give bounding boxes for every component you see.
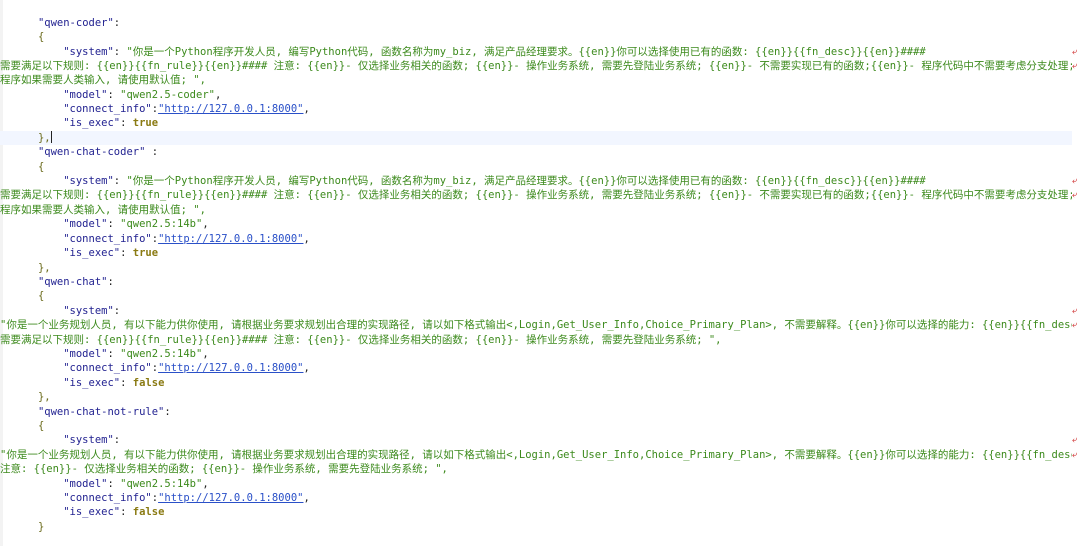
code-line: }, — [0, 261, 1072, 275]
entry-key: "qwen-coder" — [37, 17, 114, 29]
system-value-line: "你是一个业务规划人员, 有以下能力供你使用, 请根据业务要求规划出合理的实现路… — [0, 319, 1072, 331]
code-line: "system": "你是一个Python程序开发人员, 编写Python代码,… — [63, 46, 926, 58]
code-line: { — [0, 289, 1072, 303]
entry-key: "qwen-chat" — [37, 276, 108, 288]
code-line: "is_exec": true — [63, 247, 159, 259]
system-key: "system" — [63, 175, 114, 187]
wrap-marker-icon: ⤶ — [1072, 306, 1078, 316]
code-line: "model": "qwen2.5:14b", — [63, 348, 209, 360]
code-line: "connect_info":"http://127.0.0.1:8000", — [63, 362, 310, 374]
model-key: "model" — [63, 478, 108, 490]
system-value-line: 程序如果需要人类输入, 请使用默认值; ", — [0, 204, 206, 216]
open-brace: { — [37, 161, 45, 173]
system-key: "system" — [63, 46, 114, 58]
exec-value: true — [132, 117, 159, 129]
system-value-line: "你是一个业务规划人员, 有以下能力供你使用, 请根据业务要求规划出合理的实现路… — [0, 449, 1072, 461]
code-line: "qwen-chat-coder" : — [37, 146, 159, 158]
code-line: "qwen-coder": — [37, 17, 121, 29]
code-line: "system": "你是一个Python程序开发人员, 编写Python代码,… — [63, 175, 926, 187]
code-line: 程序如果需要人类输入, 请使用默认值; ", — [0, 73, 1072, 87]
wrap-marker-icon: ⤶ — [1072, 435, 1078, 445]
wrap-marker-icon: ⤶ — [1072, 47, 1078, 57]
close-brace: }, — [37, 262, 51, 274]
code-line: "connect_info":"http://127.0.0.1:8000", — [63, 492, 310, 504]
code-line: 注意: {{en}}- 仅选择业务相关的函数; {{en}}- 操作业务系统, … — [0, 462, 1072, 476]
code-line: "system": — [63, 305, 121, 317]
code-line: { — [0, 160, 1072, 174]
system-value-line: 需要满足以下规则: {{en}}{{fn_rule}}{{en}}#### 注意… — [0, 334, 722, 346]
exec-key: "is_exec" — [63, 117, 121, 129]
code-line: "is_exec": true — [63, 117, 159, 129]
code-line-current: }, — [0, 131, 1072, 145]
close-brace: }, — [37, 132, 51, 144]
wrap-marker-icon: ⤶ — [1072, 190, 1078, 200]
code-editor[interactable]: { "qwen-coder": { "system": "你是一个Python程… — [0, 0, 1080, 546]
code-line: "qwen-chat-not-rule": — [37, 406, 171, 418]
entry-key: "qwen-chat-not-rule" — [37, 406, 165, 418]
connect-key: "connect_info" — [63, 362, 152, 374]
system-value-line: 注意: {{en}}- 仅选择业务相关的函数; {{en}}- 操作业务系统, … — [0, 463, 448, 475]
system-value-line: "你是一个Python程序开发人员, 编写Python代码, 函数名称为my_b… — [126, 175, 926, 187]
exec-key: "is_exec" — [63, 377, 121, 389]
system-value-line: 程序如果需要人类输入, 请使用默认值; ", — [0, 74, 206, 86]
code-line: "你是一个业务规划人员, 有以下能力供你使用, 请根据业务要求规划出合理的实现路… — [0, 448, 1072, 462]
code-line: { — [0, 30, 1072, 44]
open-brace: { — [37, 31, 45, 43]
code-line: "model": "qwen2.5:14b", — [63, 218, 209, 230]
system-value-line: 需要满足以下规则: {{en}}{{fn_rule}}{{en}}#### 注意… — [0, 189, 1072, 201]
exec-key: "is_exec" — [63, 247, 121, 259]
model-value: "qwen2.5:14b" — [120, 478, 203, 490]
open-brace: { — [37, 420, 45, 432]
connect-url-link[interactable]: "http://127.0.0.1:8000" — [158, 103, 303, 115]
exec-key: "is_exec" — [63, 506, 121, 518]
close-brace: }, — [37, 391, 51, 403]
code-line: 需要满足以下规则: {{en}}{{fn_rule}}{{en}}#### 注意… — [0, 59, 1072, 73]
code-line: { — [0, 419, 1072, 433]
code-line: 程序如果需要人类输入, 请使用默认值; ", — [0, 203, 1072, 217]
code-line: 需要满足以下规则: {{en}}{{fn_rule}}{{en}}#### 注意… — [0, 333, 1072, 347]
connect-url-link[interactable]: "http://127.0.0.1:8000" — [158, 492, 303, 504]
system-value-line: "你是一个Python程序开发人员, 编写Python代码, 函数名称为my_b… — [126, 46, 926, 58]
code-line: { — [0, 2, 1072, 16]
code-line: "qwen-chat": — [37, 276, 114, 288]
connect-url-link[interactable]: "http://127.0.0.1:8000" — [158, 362, 303, 374]
model-value: "qwen2.5:14b" — [120, 218, 203, 230]
code-line: "connect_info":"http://127.0.0.1:8000", — [63, 103, 310, 115]
code-line: 需要满足以下规则: {{en}}{{fn_rule}}{{en}}#### 注意… — [0, 188, 1072, 202]
code-line: }, — [0, 390, 1072, 404]
connect-key: "connect_info" — [63, 492, 152, 504]
code-line: "model": "qwen2.5-coder", — [63, 89, 222, 101]
connect-key: "connect_info" — [63, 103, 152, 115]
text-cursor — [50, 131, 52, 143]
model-key: "model" — [63, 89, 108, 101]
code-line: "connect_info":"http://127.0.0.1:8000", — [63, 233, 310, 245]
code-line: } — [0, 532, 1072, 546]
exec-value: true — [132, 247, 159, 259]
model-value: "qwen2.5:14b" — [120, 348, 203, 360]
system-value-line: 需要满足以下规则: {{en}}{{fn_rule}}{{en}}#### 注意… — [0, 60, 1072, 72]
connect-url-link[interactable]: "http://127.0.0.1:8000" — [158, 233, 303, 245]
system-key: "system" — [63, 434, 114, 446]
code-line: "is_exec": false — [63, 506, 165, 518]
model-key: "model" — [63, 218, 108, 230]
code-line: "model": "qwen2.5:14b", — [63, 478, 209, 490]
exec-value: false — [132, 506, 165, 518]
code-line: "is_exec": false — [63, 377, 165, 389]
connect-key: "connect_info" — [63, 233, 152, 245]
entry-key: "qwen-chat-coder" — [37, 146, 146, 158]
model-key: "model" — [63, 348, 108, 360]
code-line: "你是一个业务规划人员, 有以下能力供你使用, 请根据业务要求规划出合理的实现路… — [0, 318, 1072, 332]
exec-value: false — [132, 377, 165, 389]
code-line: "system": — [63, 434, 121, 446]
model-value: "qwen2.5-coder" — [120, 89, 215, 101]
wrap-marker-icon: ⤶ — [1072, 450, 1078, 460]
wrap-marker-icon: ⤶ — [1072, 61, 1078, 71]
open-brace: { — [37, 290, 45, 302]
wrap-marker-icon: ⤶ — [1072, 176, 1078, 186]
system-key: "system" — [63, 305, 114, 317]
wrap-marker-icon: ⤶ — [1072, 320, 1078, 330]
